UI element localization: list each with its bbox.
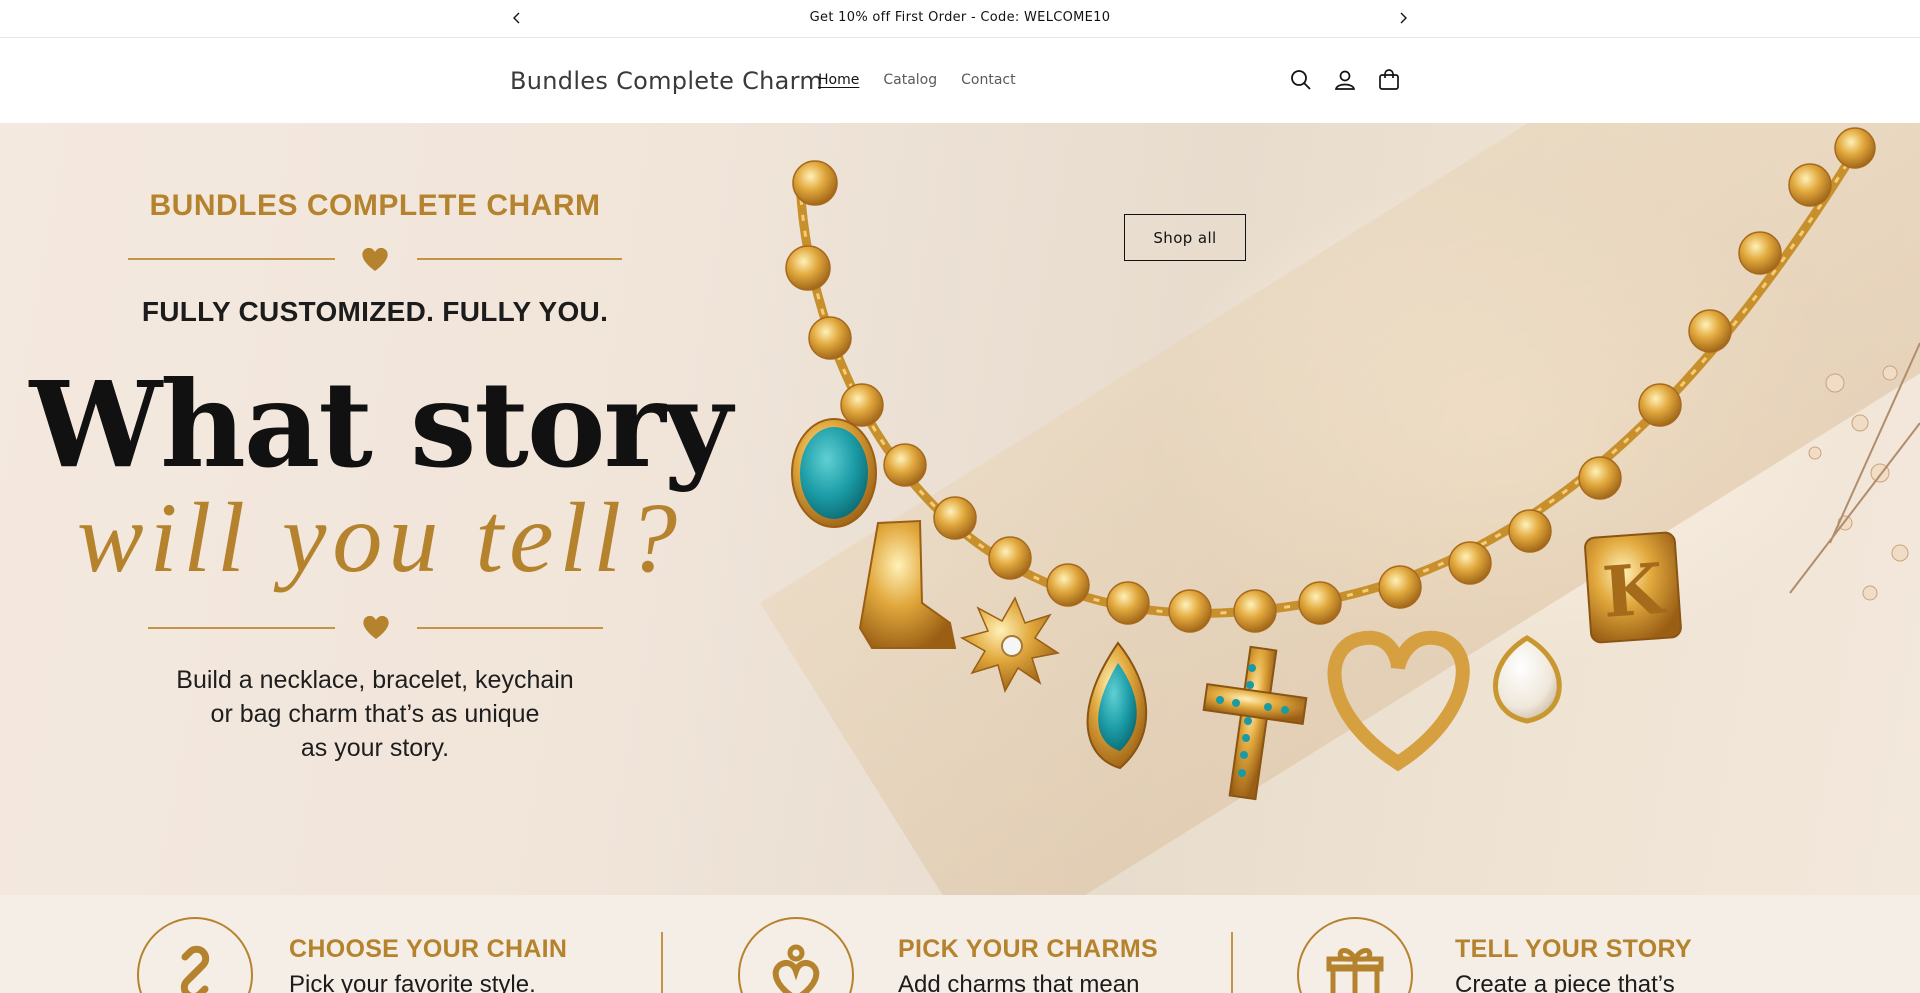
divider-line [128,258,335,260]
header-actions [1288,67,1402,93]
divider-line [148,627,335,629]
hero-subcopy-line: as your story. [300,734,450,762]
step-divider [1231,932,1233,993]
nav-contact[interactable]: Contact [949,72,1027,88]
hero-brand-title: BUNDLES COMPLETE CHARM [149,189,601,222]
search-icon [1291,70,1311,90]
main-nav: Home Catalog Contact [806,72,1028,88]
divider-line [417,258,622,260]
hero-subcopy-line: or bag charm that’s as unique [210,700,540,728]
store-logo[interactable]: Bundles Complete Charm [510,67,823,95]
how-it-works: CHOOSE YOUR CHAIN Pick your favorite sty… [0,895,1920,993]
nav-catalog[interactable]: Catalog [871,72,949,88]
account-icon [1334,70,1356,90]
heart-icon [362,247,388,271]
search-button[interactable] [1288,67,1314,93]
cart-button[interactable] [1376,67,1402,93]
step-icon-circle [1297,917,1413,993]
cart-icon [1379,69,1399,90]
account-button[interactable] [1332,67,1358,93]
divider-line [417,627,603,629]
gift-icon [1326,948,1384,993]
heart-charm-icon [772,944,820,993]
step-text: Create a piece that’s [1455,971,1675,993]
hero-subcopy: Build a necklace, bracelet, keychain or … [0,663,750,765]
step-text: Pick your favorite style. [289,971,536,993]
heart-icon [363,615,389,639]
hero-script-line: will you tell? [76,482,684,593]
chevron-right-icon [1400,12,1407,24]
announcement-text: Get 10% off First Order - Code: WELCOME1… [809,10,1111,25]
hero-subcopy-line: Build a necklace, bracelet, keychain [176,666,574,694]
step-divider [661,932,663,993]
announcement-bar: Get 10% off First Order - Code: WELCOME1… [0,0,1920,38]
step-title: PICK YOUR CHARMS [898,935,1158,963]
hero-headline: What story [29,355,733,494]
k-charm-letter: K [1600,547,1669,634]
announcement-next-button[interactable] [1393,8,1413,28]
step-icon-circle [738,917,854,993]
step-icon-circle [137,917,253,993]
hero-banner: K BUNDLES COMPLETE CHARM FULLY CUSTOMIZE… [0,123,1920,895]
hero-text-block: BUNDLES COMPLETE CHARM FULLY CUSTOMIZED.… [0,123,760,895]
nav-home[interactable]: Home [806,72,871,88]
step-title: CHOOSE YOUR CHAIN [289,935,568,963]
chain-link-icon [180,945,210,993]
step-text: Add charms that mean [898,971,1140,993]
hero-tagline: FULLY CUSTOMIZED. FULLY YOU. [141,296,609,327]
step-title: TELL YOUR STORY [1455,935,1692,963]
shop-all-button[interactable]: Shop all [1124,214,1246,261]
site-header: Bundles Complete Charm Home Catalog Cont… [0,39,1920,123]
